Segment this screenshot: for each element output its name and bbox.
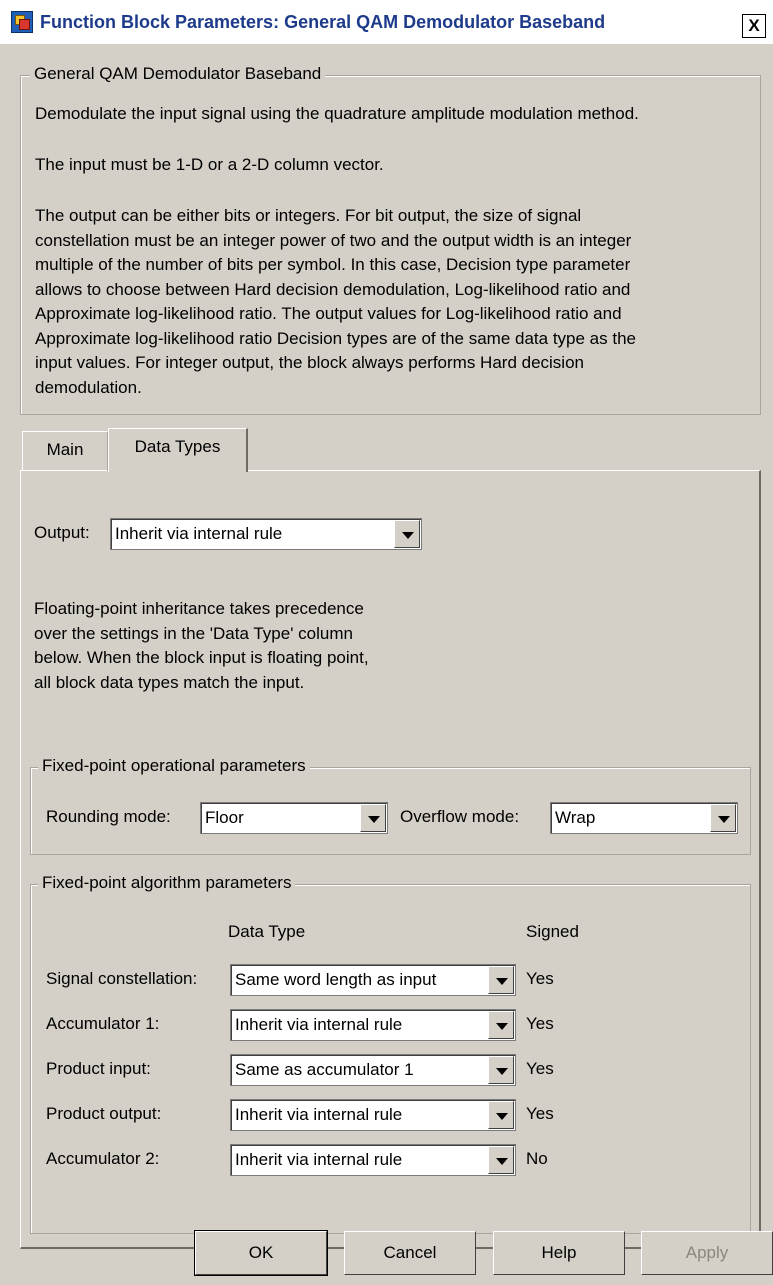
signal-constellation-label: Signal constellation:	[46, 969, 198, 988]
signal-constellation-value: Same word length as input	[235, 970, 437, 989]
chevron-down-icon[interactable]	[488, 1101, 514, 1129]
chevron-down-icon[interactable]	[488, 1056, 514, 1084]
signal-constellation-signed: Yes	[526, 969, 554, 988]
column-header-signed: Signed	[526, 922, 579, 941]
description-line: input values. For integer output, the bl…	[35, 353, 584, 372]
note-line: Floating-point inheritance takes precede…	[34, 599, 364, 618]
tab-data-types[interactable]: Data Types	[108, 428, 248, 472]
overflow-mode-value: Wrap	[555, 808, 596, 827]
product-output-signed: Yes	[526, 1104, 554, 1123]
chevron-down-icon[interactable]	[394, 520, 420, 548]
accumulator-1-label: Accumulator 1:	[46, 1014, 160, 1033]
algorithm-parameters-label: Fixed-point algorithm parameters	[38, 873, 296, 893]
product-input-signed: Yes	[526, 1059, 554, 1078]
column-header-data-type: Data Type	[228, 922, 306, 941]
description-paragraph-2: The input must be 1-D or a 2-D column ve…	[35, 155, 384, 174]
note-line: over the settings in the 'Data Type' col…	[34, 623, 353, 643]
note-line: all block data types match the input.	[34, 672, 305, 692]
chevron-down-icon[interactable]	[488, 1011, 514, 1039]
note-line: below. When the block input is floating …	[34, 648, 369, 667]
overflow-mode-label: Overflow mode:	[400, 807, 520, 826]
output-select[interactable]: Inherit via internal rule	[110, 518, 422, 550]
description-line: constellation must be an integer power o…	[35, 230, 632, 250]
rounding-mode-select[interactable]: Floor	[200, 802, 388, 834]
overflow-mode-select[interactable]: Wrap	[550, 802, 738, 834]
product-output-select[interactable]: Inherit via internal rule	[230, 1099, 516, 1131]
description-group-label: General QAM Demodulator Baseband	[30, 64, 326, 84]
tab-main[interactable]: Main	[22, 431, 108, 471]
product-input-select[interactable]: Same as accumulator 1	[230, 1054, 516, 1086]
ok-button[interactable]: OK	[195, 1231, 327, 1275]
chevron-down-icon[interactable]	[488, 966, 514, 994]
close-button[interactable]: X	[742, 14, 766, 38]
description-line: The output can be either bits or integer…	[35, 206, 582, 225]
description-line: Approximate log-likelihood ratio Decisio…	[35, 328, 636, 348]
product-output-value: Inherit via internal rule	[235, 1105, 403, 1124]
product-input-label: Product input:	[46, 1059, 151, 1078]
help-button[interactable]: Help	[493, 1231, 625, 1275]
description-paragraph-1: Demodulate the input signal using the qu…	[35, 104, 639, 123]
window-title: Function Block Parameters: General QAM D…	[40, 12, 606, 32]
title-bar[interactable]: Function Block Parameters: General QAM D…	[0, 0, 773, 44]
simulink-block-icon	[11, 11, 33, 33]
accumulator-1-select[interactable]: Inherit via internal rule	[230, 1009, 516, 1041]
product-output-label: Product output:	[46, 1104, 162, 1123]
output-select-value: Inherit via internal rule	[115, 524, 283, 543]
description-line: demodulation.	[35, 377, 142, 397]
chevron-down-icon[interactable]	[488, 1146, 514, 1174]
chevron-down-icon[interactable]	[710, 804, 736, 832]
accumulator-2-value: Inherit via internal rule	[235, 1150, 403, 1169]
output-label: Output:	[34, 523, 90, 542]
description-line: allows to choose between Hard decision d…	[35, 279, 631, 299]
apply-button[interactable]: Apply	[641, 1231, 773, 1275]
rounding-mode-label: Rounding mode:	[46, 807, 171, 826]
product-input-value: Same as accumulator 1	[235, 1060, 414, 1079]
accumulator-2-signed: No	[526, 1149, 548, 1168]
rounding-mode-value: Floor	[205, 808, 244, 827]
description-line: multiple of the number of bits per symbo…	[35, 255, 631, 274]
description-line: Approximate log-likelihood ratio. The ou…	[35, 304, 622, 323]
description-paragraph-3: The output can be either bits or integer…	[35, 204, 636, 400]
accumulator-1-signed: Yes	[526, 1014, 554, 1033]
cancel-button[interactable]: Cancel	[344, 1231, 476, 1275]
signal-constellation-select[interactable]: Same word length as input	[230, 964, 516, 996]
chevron-down-icon[interactable]	[360, 804, 386, 832]
inheritance-note: Floating-point inheritance takes precede…	[34, 597, 369, 695]
accumulator-1-value: Inherit via internal rule	[235, 1015, 403, 1034]
operational-parameters-label: Fixed-point operational parameters	[38, 756, 310, 776]
accumulator-2-select[interactable]: Inherit via internal rule	[230, 1144, 516, 1176]
accumulator-2-label: Accumulator 2:	[46, 1149, 160, 1168]
